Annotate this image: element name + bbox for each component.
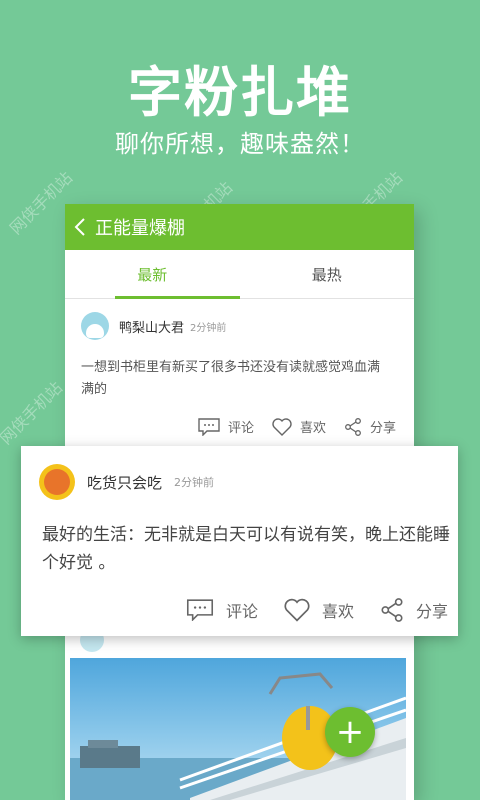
comment-icon: [186, 599, 213, 621]
comment-label: 评论: [227, 421, 254, 436]
post-content: 一想到书柜里有新买了很多书还没有读就感觉鸡血满满的: [81, 360, 381, 397]
page-title: 正能量爆棚: [95, 218, 185, 239]
like-label: 喜欢: [299, 421, 326, 436]
comment-label: 评论: [225, 602, 258, 621]
chevron-left-icon: [74, 218, 85, 236]
like-label: 喜欢: [321, 602, 354, 621]
username[interactable]: 鸭梨山大君: [119, 317, 184, 336]
post-time: 2分钟前: [190, 322, 227, 334]
post-item[interactable]: 鸭梨山大君 2分钟前 一想到书柜里有新买了很多书还没有读就感觉鸡血满满的 评论 …: [65, 299, 414, 436]
plus-icon: +: [335, 712, 365, 752]
post-header: 吃货只会吃 2分钟前: [39, 464, 214, 500]
share-label: 分享: [415, 602, 448, 621]
post-content: 最好的生活：无非就是白天可以有说有笑，晚上还能睡个好觉 。: [42, 525, 450, 573]
share-icon: [381, 598, 403, 622]
post-header: 鸭梨山大君 2分钟前: [81, 311, 398, 341]
watermark: 网侠手机站: [0, 378, 67, 449]
post-time: 2分钟前: [174, 476, 215, 489]
avatar[interactable]: [81, 312, 109, 340]
heart-icon: [284, 598, 310, 622]
share-icon: [345, 417, 361, 436]
add-post-button[interactable]: +: [325, 707, 375, 757]
app-bar: 正能量爆棚: [65, 204, 414, 250]
like-button[interactable]: 喜欢: [284, 598, 354, 622]
back-button[interactable]: [65, 204, 95, 250]
promo-subtitle: 聊你所想，趣味盎然！: [115, 130, 365, 158]
tab-latest[interactable]: 最新: [65, 250, 240, 299]
share-label: 分享: [369, 421, 396, 436]
tab-bar: 最新 最热: [65, 250, 414, 299]
comment-button[interactable]: 评论: [186, 598, 258, 622]
share-button[interactable]: 分享: [344, 417, 396, 436]
comment-icon: [198, 417, 220, 436]
comment-button[interactable]: 评论: [198, 417, 254, 436]
post-actions: 评论 喜欢 分享: [186, 598, 448, 622]
like-button[interactable]: 喜欢: [272, 417, 326, 436]
promo-title: 字粉扎堆: [128, 61, 352, 124]
heart-icon: [272, 417, 292, 436]
post-actions: 评论 喜欢 分享: [81, 417, 398, 436]
featured-post-card[interactable]: 吃货只会吃 2分钟前 最好的生活：无非就是白天可以有说有笑，晚上还能睡个好觉 。…: [21, 446, 458, 636]
tab-hottest[interactable]: 最热: [240, 250, 415, 298]
share-button[interactable]: 分享: [380, 598, 448, 622]
avatar[interactable]: [39, 464, 75, 500]
username[interactable]: 吃货只会吃: [87, 472, 162, 493]
